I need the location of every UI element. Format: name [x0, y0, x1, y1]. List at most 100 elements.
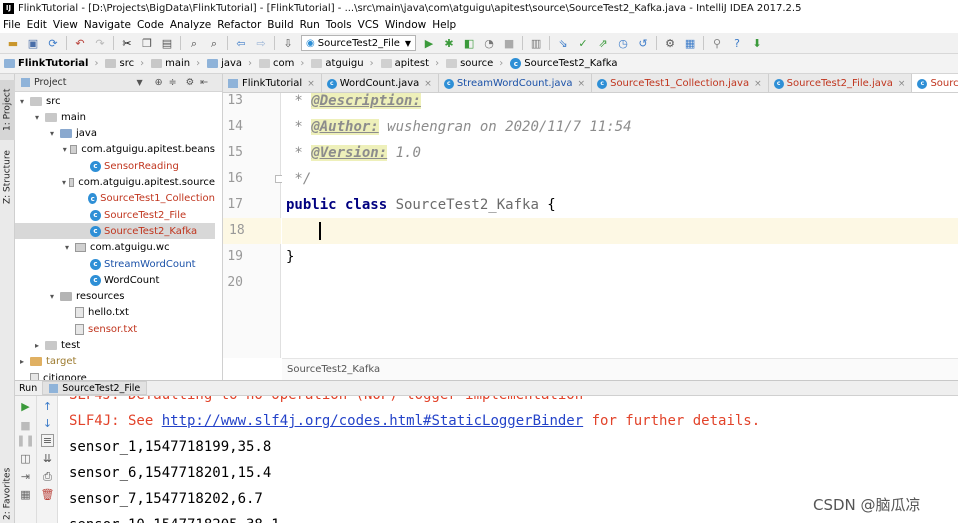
menu-code[interactable]: Code: [137, 19, 164, 31]
breadcrumb-java[interactable]: java ›: [207, 58, 257, 69]
tree-node[interactable]: ▾ src: [15, 93, 215, 109]
revert-icon[interactable]: ↺: [636, 36, 650, 50]
chevron-down-icon[interactable]: ▼: [137, 78, 143, 87]
tool-tab-project[interactable]: 1: Project: [0, 80, 15, 140]
tree-node[interactable]: c SourceTest2_Kafka: [15, 223, 215, 240]
save-all-icon[interactable]: ▣: [26, 36, 40, 50]
run-configuration-select[interactable]: ◉ SourceTest2_File ▼: [301, 35, 417, 51]
tree-node[interactable]: ▾ java: [15, 126, 215, 142]
close-icon[interactable]: ×: [754, 79, 762, 89]
breadcrumb-apitest[interactable]: apitest ›: [380, 58, 444, 69]
close-icon[interactable]: ×: [578, 79, 586, 89]
copy-icon[interactable]: ❐: [140, 36, 154, 50]
vcs-commit-icon[interactable]: ✓: [576, 36, 590, 50]
menu-help[interactable]: Help: [432, 19, 456, 31]
tree-node[interactable]: ▸ test: [15, 338, 215, 354]
tree-node[interactable]: ▾ com.atguigu.apitest.source: [15, 175, 215, 191]
build-icon[interactable]: ⇩: [281, 36, 295, 50]
tree-node[interactable]: ▾ main: [15, 109, 215, 125]
tree-node[interactable]: ▸ target: [15, 354, 215, 370]
project-structure-icon[interactable]: ▥: [529, 36, 543, 50]
download-icon[interactable]: ⬇: [750, 36, 764, 50]
undo-icon[interactable]: ↶: [73, 36, 87, 50]
tree-node[interactable]: c SourceTest1_Collection: [15, 191, 215, 207]
project-panel-title[interactable]: Project: [34, 77, 67, 88]
close-icon[interactable]: ×: [898, 79, 906, 89]
pause-icon[interactable]: ❚❚: [16, 434, 34, 447]
tool-tab-structure[interactable]: Z: Structure: [0, 144, 15, 210]
tree-node[interactable]: sensor.txt: [15, 321, 215, 337]
menu-refactor[interactable]: Refactor: [217, 19, 261, 31]
settings-icon[interactable]: ⚙: [663, 36, 677, 50]
tree-node[interactable]: c StreamWordCount: [15, 256, 215, 272]
tree-node[interactable]: citignore: [15, 370, 215, 380]
tree-node[interactable]: c SourceTest2_File: [15, 207, 215, 223]
menu-vcs[interactable]: VCS: [358, 19, 379, 31]
profile-icon[interactable]: ◔: [482, 36, 496, 50]
chevron-right-icon[interactable]: ▸: [32, 341, 42, 350]
menu-run[interactable]: Run: [300, 19, 320, 31]
chevron-down-icon[interactable]: ▾: [32, 113, 42, 122]
chevron-down-icon[interactable]: ▾: [47, 129, 57, 138]
run-icon[interactable]: ▶: [422, 36, 436, 50]
chevron-down-icon[interactable]: ▾: [62, 243, 72, 252]
breadcrumb-project[interactable]: FlinkTutorial ›: [4, 58, 103, 69]
locate-icon[interactable]: ⊕: [155, 77, 163, 88]
chevron-down-icon[interactable]: ▾: [62, 178, 66, 187]
chevron-right-icon[interactable]: ▸: [17, 357, 27, 366]
scroll-down-icon[interactable]: ↓: [41, 417, 54, 430]
vcs-update-icon[interactable]: ⇘: [556, 36, 570, 50]
stop-icon[interactable]: ■: [19, 419, 32, 432]
tab-wordcount[interactable]: c WordCount.java ×: [322, 74, 439, 92]
tree-node[interactable]: c SensorReading: [15, 158, 215, 174]
tree-node[interactable]: ▾ com.atguigu.wc: [15, 240, 215, 256]
menu-analyze[interactable]: Analyze: [170, 19, 211, 31]
chevron-down-icon[interactable]: ▾: [17, 97, 27, 106]
debug-icon[interactable]: ✱: [442, 36, 456, 50]
tree-node[interactable]: hello.txt: [15, 305, 215, 321]
menu-tools[interactable]: Tools: [326, 19, 352, 31]
tool-tab-favorites[interactable]: 2: Favorites: [0, 466, 15, 522]
exit-icon[interactable]: ⇥: [19, 470, 32, 483]
console-link[interactable]: http://www.slf4j.org/codes.html#StaticLo…: [162, 413, 583, 429]
tree-node[interactable]: ▾ com.atguigu.apitest.beans: [15, 142, 215, 158]
breadcrumb-com[interactable]: com ›: [259, 58, 309, 69]
vcs-push-icon[interactable]: ⇗: [596, 36, 610, 50]
breadcrumb-atguigu[interactable]: atguigu ›: [311, 58, 378, 69]
menu-view[interactable]: View: [53, 19, 78, 31]
back-icon[interactable]: ⇦: [234, 36, 248, 50]
breadcrumb-class[interactable]: c SourceTest2_Kafka: [510, 58, 617, 69]
close-icon[interactable]: ×: [307, 79, 315, 89]
tree-node[interactable]: c WordCount: [15, 272, 215, 288]
redo-icon[interactable]: ↷: [93, 36, 107, 50]
forward-icon[interactable]: ⇨: [254, 36, 268, 50]
sdk-icon[interactable]: ▦: [683, 36, 697, 50]
replace-icon[interactable]: ⌕: [207, 36, 221, 50]
tab-streamwordcount[interactable]: c StreamWordCount.java ×: [439, 74, 593, 92]
find-icon[interactable]: ⌕: [187, 36, 201, 50]
settings-icon[interactable]: ▦: [19, 488, 32, 501]
scroll-to-end-icon[interactable]: ⇊: [41, 452, 54, 465]
tree-node[interactable]: ▾ resources: [15, 289, 215, 305]
menu-file[interactable]: File: [3, 19, 21, 31]
paste-icon[interactable]: ▤: [160, 36, 174, 50]
help-icon[interactable]: ?: [730, 36, 744, 50]
history-icon[interactable]: ◷: [616, 36, 630, 50]
breadcrumb-source[interactable]: source ›: [446, 58, 508, 69]
menu-edit[interactable]: Edit: [27, 19, 47, 31]
code-editor[interactable]: * @Description: * @Author: wushengran on…: [282, 93, 958, 358]
menu-window[interactable]: Window: [385, 19, 426, 31]
rerun-icon[interactable]: ▶: [19, 400, 32, 413]
tab-sourcetest2-file[interactable]: c SourceTest2_File.java ×: [769, 74, 913, 92]
close-icon[interactable]: ×: [424, 79, 432, 89]
run-tab[interactable]: SourceTest2_File: [42, 381, 148, 395]
sync-icon[interactable]: ⟳: [46, 36, 60, 50]
open-icon[interactable]: ▬: [6, 36, 20, 50]
stop-icon[interactable]: ■: [502, 36, 516, 50]
print-icon[interactable]: ⎙: [41, 470, 54, 483]
chevron-down-icon[interactable]: ▾: [62, 145, 67, 154]
breadcrumb-src[interactable]: src ›: [105, 58, 149, 69]
collapse-all-icon[interactable]: ≑: [169, 77, 177, 88]
cut-icon[interactable]: ✂: [120, 36, 134, 50]
dump-threads-icon[interactable]: ◫: [19, 452, 32, 465]
